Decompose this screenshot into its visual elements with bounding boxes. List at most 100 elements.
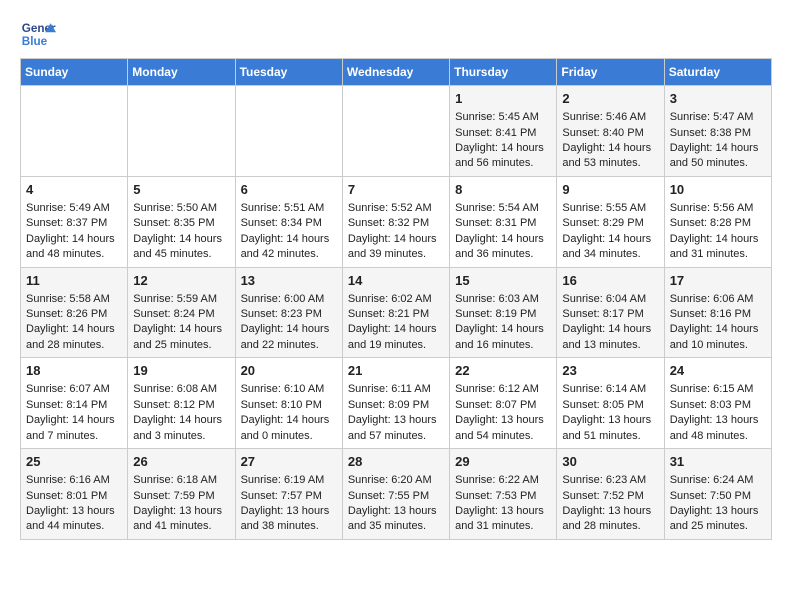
day-info: and 22 minutes. [241,338,337,353]
day-info: Daylight: 14 hours [26,232,122,247]
day-info: and 13 minutes. [562,338,658,353]
day-info: and 50 minutes. [670,156,766,171]
day-info: Daylight: 13 hours [670,504,766,519]
column-header-friday: Friday [557,59,664,86]
day-info: Sunrise: 5:51 AM [241,201,337,216]
day-info: Sunset: 8:01 PM [26,489,122,504]
day-number: 22 [455,362,551,380]
day-info: and 35 minutes. [348,519,444,534]
day-info: Daylight: 13 hours [562,413,658,428]
day-info: Daylight: 14 hours [455,322,551,337]
day-info: Sunset: 8:07 PM [455,398,551,413]
day-number: 3 [670,90,766,108]
day-number: 27 [241,453,337,471]
day-info: Sunset: 8:14 PM [26,398,122,413]
day-info: and 0 minutes. [241,429,337,444]
day-info: Daylight: 14 hours [241,322,337,337]
svg-text:Blue: Blue [22,35,48,48]
calendar-cell: 30Sunrise: 6:23 AMSunset: 7:52 PMDayligh… [557,449,664,540]
calendar-cell [235,86,342,177]
day-info: Sunset: 8:10 PM [241,398,337,413]
day-info: Daylight: 13 hours [455,413,551,428]
day-info: Sunset: 7:59 PM [133,489,229,504]
day-info: and 56 minutes. [455,156,551,171]
day-info: Sunrise: 5:49 AM [26,201,122,216]
day-number: 25 [26,453,122,471]
day-info: Sunrise: 6:15 AM [670,382,766,397]
day-info: Daylight: 14 hours [455,232,551,247]
day-number: 26 [133,453,229,471]
day-info: Sunrise: 6:04 AM [562,292,658,307]
day-info: Daylight: 13 hours [348,413,444,428]
day-info: Sunrise: 6:24 AM [670,473,766,488]
day-info: Daylight: 14 hours [133,232,229,247]
calendar-cell: 21Sunrise: 6:11 AMSunset: 8:09 PMDayligh… [342,358,449,449]
day-info: Daylight: 14 hours [133,322,229,337]
day-info: Sunset: 8:35 PM [133,216,229,231]
day-info: Sunrise: 6:11 AM [348,382,444,397]
day-info: Sunrise: 5:45 AM [455,110,551,125]
day-info: Sunset: 8:38 PM [670,126,766,141]
day-info: Daylight: 13 hours [26,504,122,519]
day-info: and 7 minutes. [26,429,122,444]
day-info: Sunset: 8:09 PM [348,398,444,413]
day-info: Sunset: 8:12 PM [133,398,229,413]
day-info: Sunrise: 6:20 AM [348,473,444,488]
day-info: Sunrise: 5:55 AM [562,201,658,216]
day-info: Sunset: 8:41 PM [455,126,551,141]
calendar-cell: 19Sunrise: 6:08 AMSunset: 8:12 PMDayligh… [128,358,235,449]
day-number: 19 [133,362,229,380]
day-info: and 45 minutes. [133,247,229,262]
day-number: 24 [670,362,766,380]
day-info: and 57 minutes. [348,429,444,444]
column-header-wednesday: Wednesday [342,59,449,86]
day-info: and 53 minutes. [562,156,658,171]
column-header-monday: Monday [128,59,235,86]
calendar-cell: 11Sunrise: 5:58 AMSunset: 8:26 PMDayligh… [21,267,128,358]
calendar-cell: 8 Sunrise: 5:54 AMSunset: 8:31 PMDaylight… [450,176,557,267]
calendar-cell: 16Sunrise: 6:04 AMSunset: 8:17 PMDayligh… [557,267,664,358]
page-header: General Blue [20,16,772,52]
day-number: 17 [670,272,766,290]
day-info: and 31 minutes. [455,519,551,534]
calendar-cell: 15Sunrise: 6:03 AMSunset: 8:19 PMDayligh… [450,267,557,358]
day-info: Sunrise: 5:46 AM [562,110,658,125]
day-info: Sunrise: 6:10 AM [241,382,337,397]
day-info: Sunset: 8:05 PM [562,398,658,413]
day-info: and 44 minutes. [26,519,122,534]
day-info: Daylight: 13 hours [670,413,766,428]
day-info: Sunrise: 6:00 AM [241,292,337,307]
calendar-cell: 20Sunrise: 6:10 AMSunset: 8:10 PMDayligh… [235,358,342,449]
day-info: Sunset: 8:40 PM [562,126,658,141]
day-info: Sunrise: 5:50 AM [133,201,229,216]
day-info: Sunrise: 5:59 AM [133,292,229,307]
day-info: Sunset: 8:32 PM [348,216,444,231]
day-info: Sunset: 8:26 PM [26,307,122,322]
day-info: Daylight: 14 hours [241,413,337,428]
day-number: 2 [562,90,658,108]
day-info: and 28 minutes. [26,338,122,353]
day-info: Sunset: 8:19 PM [455,307,551,322]
day-info: Sunset: 8:03 PM [670,398,766,413]
calendar-cell: 3Sunrise: 5:47 AMSunset: 8:38 PMDaylight… [664,86,771,177]
calendar-cell: 27Sunrise: 6:19 AMSunset: 7:57 PMDayligh… [235,449,342,540]
day-info: Sunrise: 5:54 AM [455,201,551,216]
day-info: Sunset: 8:31 PM [455,216,551,231]
day-number: 8 [455,181,551,199]
day-info: Sunset: 7:55 PM [348,489,444,504]
calendar-cell: 13Sunrise: 6:00 AMSunset: 8:23 PMDayligh… [235,267,342,358]
calendar-cell: 12Sunrise: 5:59 AMSunset: 8:24 PMDayligh… [128,267,235,358]
calendar-cell: 7Sunrise: 5:52 AMSunset: 8:32 PMDaylight… [342,176,449,267]
calendar-week-2: 4Sunrise: 5:49 AMSunset: 8:37 PMDaylight… [21,176,772,267]
day-info: Sunrise: 6:08 AM [133,382,229,397]
day-info: Sunrise: 5:47 AM [670,110,766,125]
day-info: Sunset: 8:34 PM [241,216,337,231]
day-info: Daylight: 14 hours [241,232,337,247]
day-number: 15 [455,272,551,290]
calendar-cell: 17Sunrise: 6:06 AMSunset: 8:16 PMDayligh… [664,267,771,358]
day-info: Daylight: 13 hours [455,504,551,519]
day-info: Sunset: 8:29 PM [562,216,658,231]
day-info: and 25 minutes. [670,519,766,534]
day-info: and 54 minutes. [455,429,551,444]
calendar-table: SundayMondayTuesdayWednesdayThursdayFrid… [20,58,772,540]
